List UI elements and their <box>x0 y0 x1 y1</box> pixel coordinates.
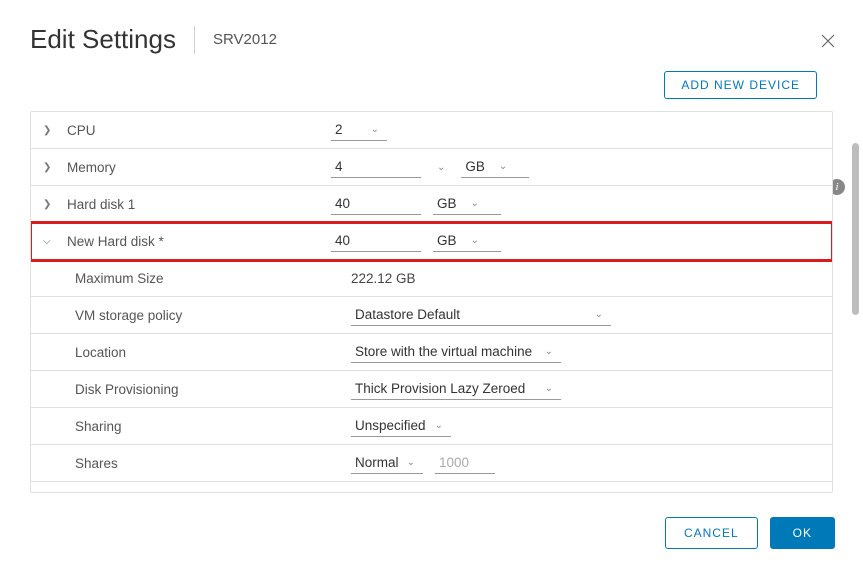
limit-iops-select[interactable]: Unlimited⌄ <box>351 491 441 494</box>
row-memory: ❯ Memory ⌄ GB⌄ <box>31 149 832 186</box>
chevron-down-icon: ⌄ <box>433 162 449 173</box>
sharing-select[interactable]: Unspecified⌄ <box>351 416 451 437</box>
location-label: Location <box>75 345 126 360</box>
cancel-button[interactable]: CANCEL <box>665 517 758 549</box>
memory-unit-select[interactable]: GB⌄ <box>461 157 529 178</box>
chevron-down-icon: ⌄ <box>431 420 447 431</box>
max-size-value: 222.12 GB <box>351 271 416 286</box>
sharing-label: Sharing <box>75 419 122 434</box>
provisioning-select[interactable]: Thick Provision Lazy Zeroed⌄ <box>351 379 561 400</box>
hd1-unit-select[interactable]: GB⌄ <box>433 194 501 215</box>
shares-value-input <box>435 453 495 474</box>
row-location: Location Store with the virtual machine⌄ <box>31 334 832 371</box>
scrollbar[interactable] <box>852 143 859 315</box>
new-hd-label: New Hard disk * <box>67 234 164 249</box>
row-cpu: ❯ CPU 2⌄ <box>31 112 832 149</box>
hd1-label: Hard disk 1 <box>67 197 135 212</box>
chevron-down-icon: ⌄ <box>403 457 419 468</box>
memory-label: Memory <box>67 160 116 175</box>
new-hd-unit-select[interactable]: GB⌄ <box>433 231 501 252</box>
chevron-down-icon: ⌄ <box>367 124 383 135</box>
row-harddisk1: ❯ Hard disk 1 GB⌄ <box>31 186 832 223</box>
memory-input[interactable] <box>331 157 421 178</box>
settings-panel: ❯ CPU 2⌄ ❯ Memory ⌄ GB⌄ ❯ Hard disk 1 <box>30 111 833 493</box>
chevron-down-icon: ⌄ <box>541 346 557 357</box>
cpu-label: CPU <box>67 123 96 138</box>
chevron-right-icon[interactable]: ❯ <box>43 199 59 210</box>
chevron-down-icon: ⌄ <box>591 309 607 320</box>
row-maximum-size: Maximum Size 222.12 GB <box>31 260 832 297</box>
row-shares: Shares Normal⌄ <box>31 445 832 482</box>
row-storage-policy: VM storage policy Datastore Default⌄ <box>31 297 832 334</box>
row-limit-iops: Limit - IOPs Unlimited⌄ <box>31 482 832 493</box>
row-disk-provisioning: Disk Provisioning Thick Provision Lazy Z… <box>31 371 832 408</box>
storage-policy-label: VM storage policy <box>75 308 182 323</box>
row-sharing: Sharing Unspecified⌄ <box>31 408 832 445</box>
chevron-down-icon: ⌄ <box>495 161 511 172</box>
shares-label: Shares <box>75 456 118 471</box>
chevron-right-icon[interactable]: ❯ <box>43 162 59 173</box>
chevron-down-icon: ⌄ <box>467 198 483 209</box>
hd1-size-input[interactable] <box>331 194 421 215</box>
provisioning-label: Disk Provisioning <box>75 382 179 397</box>
shares-select[interactable]: Normal⌄ <box>351 453 423 474</box>
row-new-harddisk: ⌵ New Hard disk * GB⌄ <box>31 223 832 260</box>
location-select[interactable]: Store with the virtual machine⌄ <box>351 342 561 363</box>
header-divider <box>194 26 195 54</box>
max-size-label: Maximum Size <box>75 271 164 286</box>
chevron-down-icon[interactable]: ⌵ <box>43 236 59 247</box>
dialog-title: Edit Settings <box>30 24 176 55</box>
new-hd-size-input[interactable] <box>331 231 421 252</box>
chevron-down-icon: ⌄ <box>467 235 483 246</box>
ok-button[interactable]: OK <box>770 517 835 549</box>
storage-policy-select[interactable]: Datastore Default⌄ <box>351 305 611 326</box>
close-icon[interactable] <box>819 32 837 53</box>
cpu-select[interactable]: 2⌄ <box>331 120 387 141</box>
add-new-device-button[interactable]: ADD NEW DEVICE <box>664 71 817 99</box>
chevron-down-icon: ⌄ <box>541 383 557 394</box>
chevron-right-icon[interactable]: ❯ <box>43 125 59 136</box>
vm-name: SRV2012 <box>213 31 277 48</box>
